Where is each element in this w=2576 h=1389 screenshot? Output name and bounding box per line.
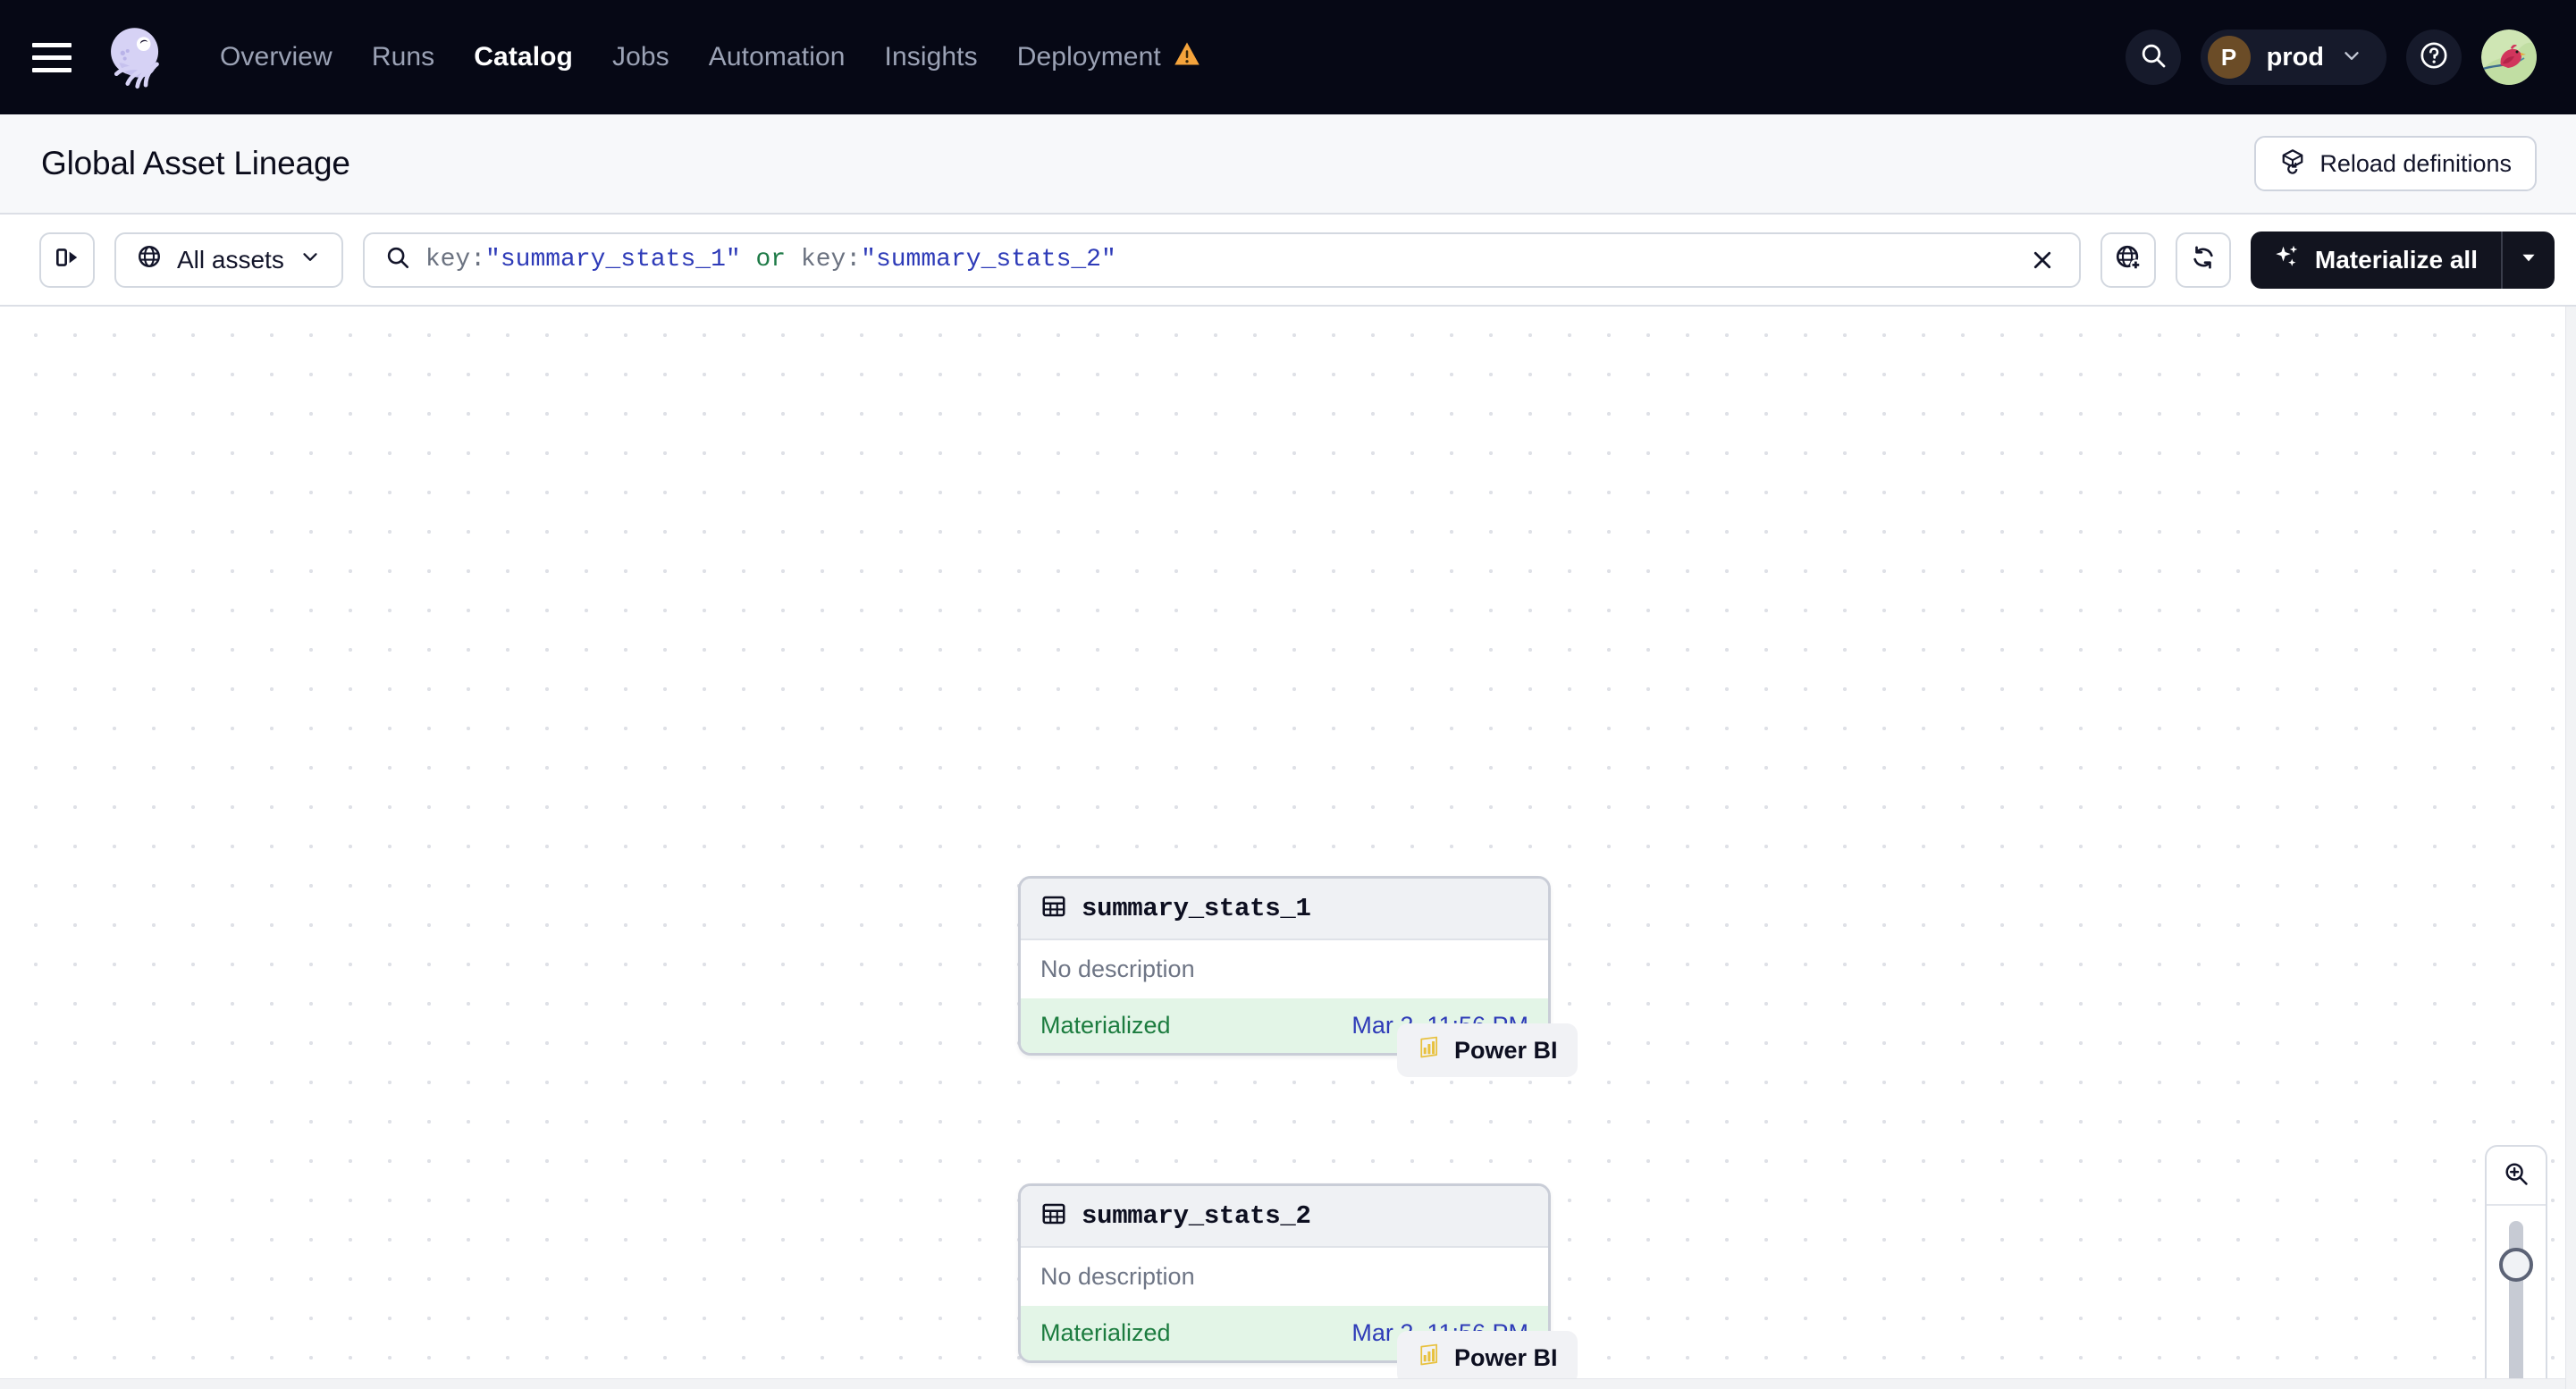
asset-badge-label: Power BI — [1454, 1036, 1558, 1064]
deployment-switcher[interactable]: P prod — [2200, 29, 2387, 85]
zoom-controls — [2485, 1145, 2547, 1389]
nav-item-catalog[interactable]: Catalog — [454, 42, 593, 72]
refresh-button[interactable] — [2175, 232, 2231, 288]
search-icon — [2139, 41, 2168, 74]
zoom-slider-track — [2509, 1221, 2523, 1389]
nav-item-deployment-label: Deployment — [1016, 42, 1161, 72]
caret-down-icon — [2519, 248, 2538, 272]
powerbi-icon — [1417, 1035, 1442, 1066]
refresh-icon — [2189, 243, 2218, 276]
deployment-name: prod — [2266, 42, 2324, 72]
nav-right-cluster: P prod — [2125, 29, 2537, 85]
global-search-button[interactable] — [2125, 29, 2181, 85]
search-token-key-2: key: — [800, 246, 862, 274]
lineage-toolbar: All assets key:"summary_stats_1" or key:… — [0, 215, 2576, 307]
asset-badge-power-bi-1[interactable]: Power BI — [1397, 1023, 1578, 1077]
asset-badge-power-bi-2[interactable]: Power BI — [1397, 1331, 1578, 1385]
table-icon — [1040, 893, 1067, 924]
search-icon — [384, 244, 411, 275]
nav-item-insights[interactable]: Insights — [865, 42, 998, 72]
table-icon — [1040, 1200, 1067, 1232]
asset-search-value: key:"summary_stats_1" or key:"summary_st… — [425, 246, 2008, 274]
zoom-control-group — [2485, 1145, 2547, 1389]
powerbi-icon — [1417, 1343, 1442, 1374]
zoom-slider[interactable] — [2487, 1206, 2546, 1389]
page-header: Global Asset Lineage Reload definitions — [0, 114, 2576, 215]
warning-triangle-icon — [1174, 41, 1200, 73]
main-nav-links: Overview Runs Catalog Jobs Automation In… — [200, 41, 1220, 73]
asset-node-title: summary_stats_1 — [1082, 894, 1311, 923]
asset-node-description: No description — [1021, 1248, 1548, 1306]
chevron-down-icon — [2340, 44, 2363, 72]
top-navigation-bar: Overview Runs Catalog Jobs Automation In… — [0, 0, 2576, 114]
materialize-all-label: Materialize all — [2314, 245, 2478, 274]
globe-plus-icon — [2114, 243, 2142, 276]
globe-icon — [136, 243, 163, 276]
asset-status-label: Materialized — [1040, 1012, 1171, 1039]
deployment-avatar: P — [2207, 36, 2251, 79]
sparkle-icon — [2274, 243, 2301, 276]
user-avatar[interactable] — [2481, 29, 2537, 85]
nav-item-runs[interactable]: Runs — [352, 42, 454, 72]
hamburger-menu-icon[interactable] — [32, 37, 73, 78]
asset-node-header: summary_stats_1 — [1021, 879, 1548, 940]
search-token-key-1: key: — [425, 246, 486, 274]
asset-node-title: summary_stats_2 — [1082, 1201, 1311, 1231]
materialize-all-main[interactable]: Materialize all — [2251, 232, 2501, 289]
dagster-logo[interactable] — [98, 22, 168, 92]
zoom-slider-handle[interactable] — [2499, 1248, 2533, 1282]
asset-scope-filter-label: All assets — [177, 245, 284, 274]
reload-definitions-label: Reload definitions — [2319, 149, 2512, 177]
chevron-down-icon — [299, 245, 322, 274]
nav-item-jobs[interactable]: Jobs — [593, 42, 689, 72]
materialize-all-button[interactable]: Materialize all — [2250, 231, 2555, 289]
search-token-string-2: "summary_stats_2" — [861, 246, 1116, 274]
question-circle-icon — [2419, 40, 2449, 75]
zoom-in-button[interactable] — [2487, 1147, 2546, 1204]
asset-scope-filter[interactable]: All assets — [114, 232, 343, 288]
materialize-dropdown-button[interactable] — [2503, 232, 2555, 289]
asset-lineage-canvas[interactable]: summary_stats_1 No description Materiali… — [0, 307, 2576, 1389]
search-token-string-1: "summary_stats_1" — [485, 246, 741, 274]
nav-item-overview[interactable]: Overview — [200, 42, 352, 72]
zoom-in-icon — [2502, 1159, 2530, 1192]
asset-badge-label: Power BI — [1454, 1343, 1558, 1371]
sidebar-toggle-button[interactable] — [39, 232, 95, 288]
reload-definitions-button[interactable]: Reload definitions — [2254, 136, 2537, 191]
page-title: Global Asset Lineage — [41, 145, 350, 181]
cube-reload-icon — [2279, 147, 2306, 181]
nav-item-automation[interactable]: Automation — [689, 42, 865, 72]
horizontal-scrollbar[interactable] — [0, 1378, 2565, 1389]
search-token-operator: or — [740, 246, 801, 274]
asset-search-input[interactable]: key:"summary_stats_1" or key:"summary_st… — [362, 232, 2081, 288]
vertical-scrollbar[interactable] — [2565, 307, 2576, 1389]
asset-node-header: summary_stats_2 — [1021, 1186, 1548, 1248]
clear-search-icon[interactable] — [2022, 247, 2063, 274]
asset-node-description: No description — [1021, 940, 1548, 998]
globe-add-button[interactable] — [2100, 232, 2156, 288]
nav-item-deployment[interactable]: Deployment — [998, 41, 1220, 73]
panel-expand-icon — [53, 243, 81, 276]
asset-status-label: Materialized — [1040, 1319, 1171, 1346]
help-button[interactable] — [2406, 29, 2462, 85]
